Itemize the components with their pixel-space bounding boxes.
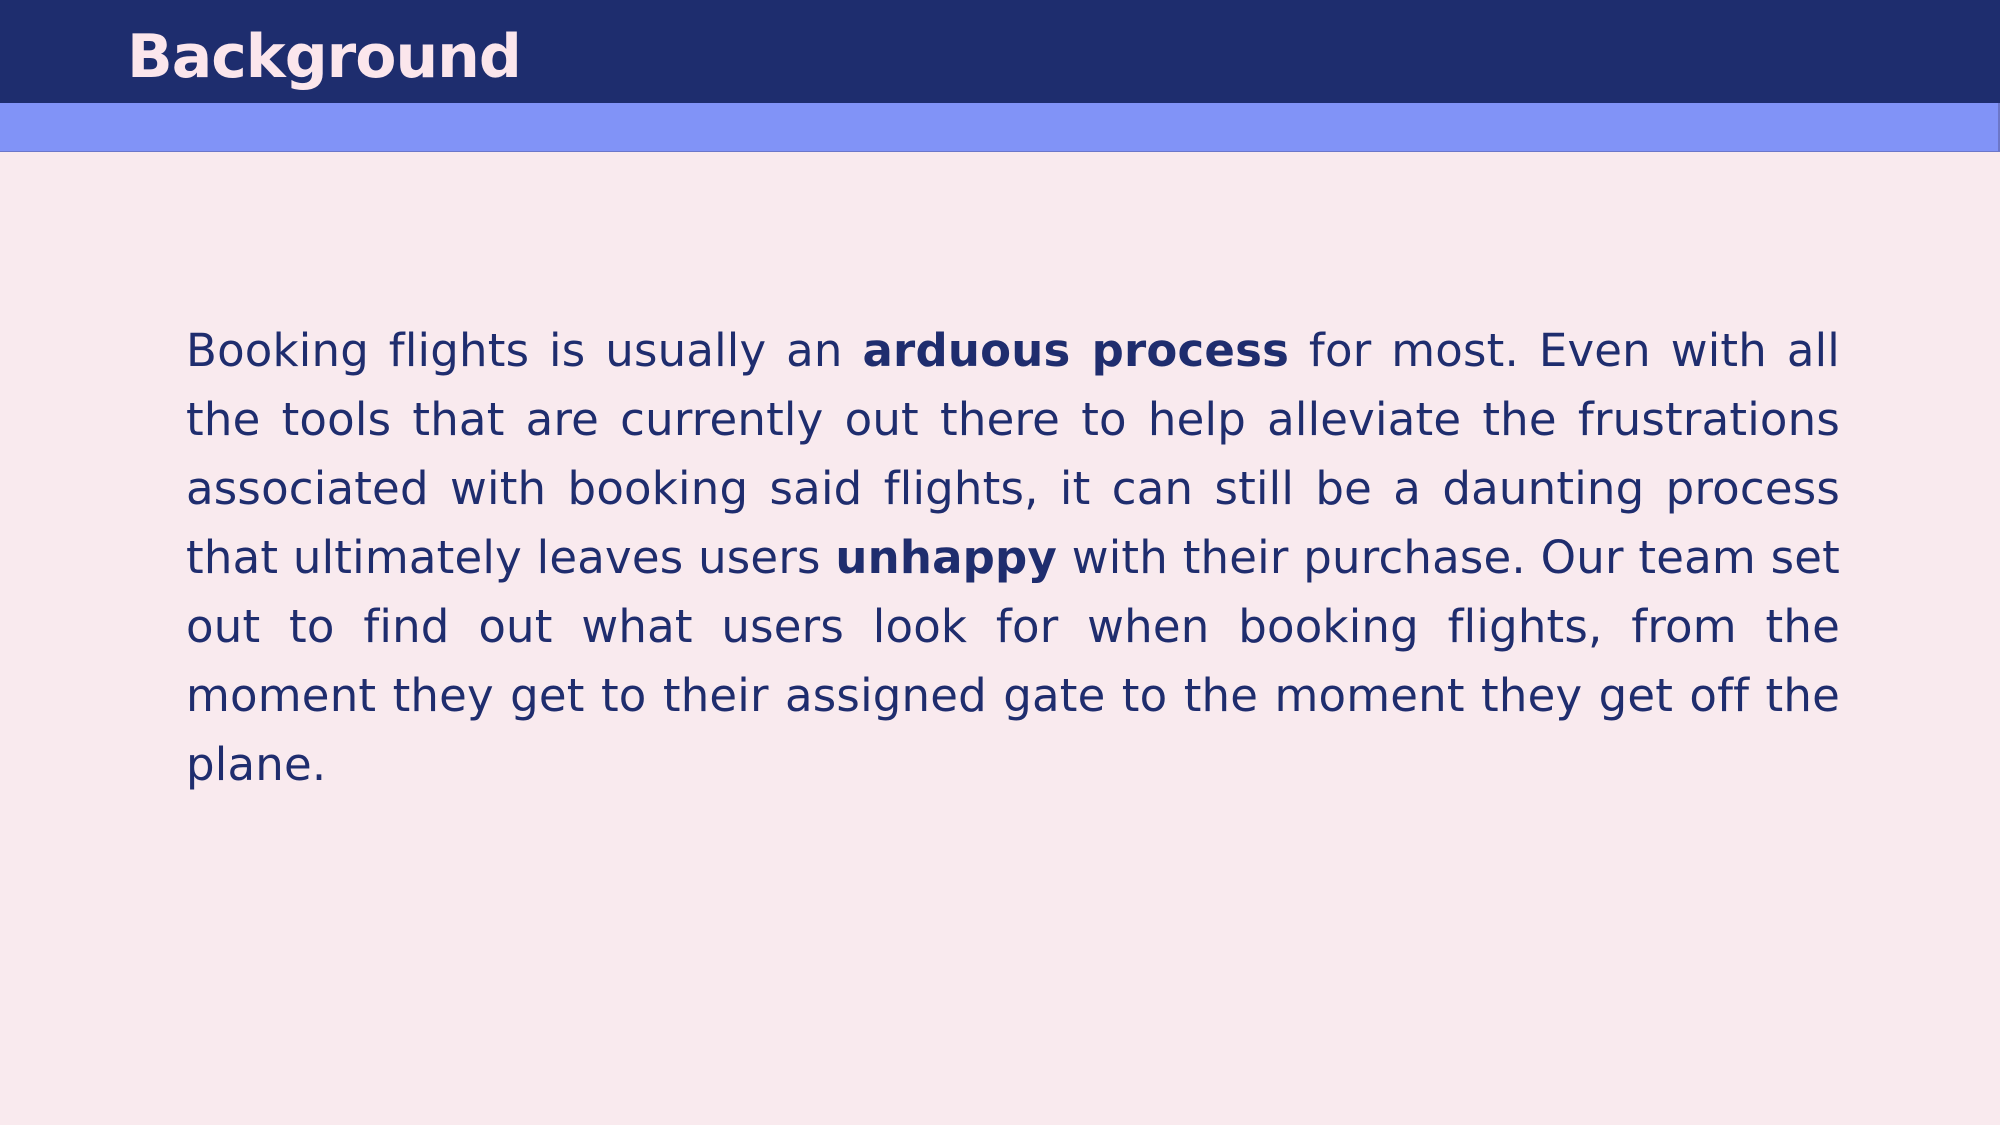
emphasis-unhappy: unhappy xyxy=(835,531,1058,584)
body-paragraph: Booking flights is usually an arduous pr… xyxy=(186,316,1840,799)
slide-title: Background xyxy=(127,22,522,92)
paragraph-text-1: Booking flights is usually an xyxy=(186,324,863,377)
emphasis-arduous-process: arduous process xyxy=(862,324,1290,377)
title-bar: Background xyxy=(0,0,2000,103)
accent-bar xyxy=(0,103,2000,152)
